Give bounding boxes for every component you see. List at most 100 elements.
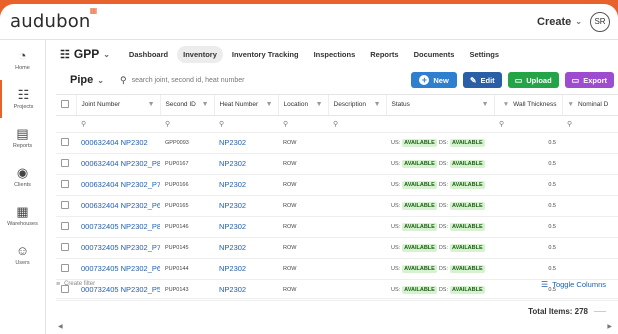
second-id-cell: PUP0146 <box>165 224 189 230</box>
heat-number-link[interactable]: NP2302 <box>219 180 246 189</box>
asset-type-selector[interactable]: Pipe ⌄ <box>70 74 114 86</box>
joint-number-link[interactable]: 000732405 NP2302_P7 <box>81 243 160 252</box>
status-us-label: US: <box>391 223 401 230</box>
sidebar-item-clients[interactable]: ◉ Clients <box>0 158 45 196</box>
wall-thickness-cell: 0.5 <box>548 140 556 146</box>
filter-icon[interactable]: ▼ <box>374 101 381 108</box>
globe-icon: ◉ <box>16 165 29 180</box>
row-checkbox[interactable] <box>61 200 69 209</box>
heat-number-link[interactable]: NP2302 <box>219 222 246 231</box>
table-row[interactable]: 000732405 NP2302_P7 PUP0145 NP2302 ROW US: AV… <box>56 237 618 259</box>
description-cell <box>328 174 386 196</box>
column-label: Location <box>283 101 309 109</box>
column-header[interactable]: Heat Number ▼ <box>214 95 279 116</box>
column-search-icon[interactable]: ⚲ <box>328 115 386 133</box>
filter-icon[interactable]: ▼ <box>503 101 509 108</box>
status-badge: AVAILABLE <box>450 243 485 252</box>
status-ds-label: DS: <box>438 160 448 167</box>
project-selector[interactable]: ☷ GPP ⌄ <box>60 47 110 61</box>
column-header[interactable]: Location ▼ <box>278 95 329 116</box>
column-header[interactable]: Description ▼ <box>328 95 387 116</box>
new-button[interactable]: + New <box>411 72 457 88</box>
sidebar-item-warehouses[interactable]: ▦ Warehouses <box>0 197 45 235</box>
column-search-icon[interactable]: ⚲ <box>562 115 618 133</box>
sidebar-item-reports[interactable]: ▤ Reports <box>0 119 45 157</box>
tab-reports[interactable]: Reports <box>364 46 404 63</box>
filter-icon[interactable]: ▼ <box>266 101 273 108</box>
nominal-diameter-cell <box>562 132 618 154</box>
row-checkbox[interactable] <box>61 221 69 230</box>
column-header[interactable]: ▼ Wall Thickness <box>494 95 563 116</box>
tab-inventory[interactable]: Inventory <box>177 45 223 63</box>
column-search-icon[interactable]: ⚲ <box>76 115 160 133</box>
tab-inventory-tracking[interactable]: Inventory Tracking <box>226 46 305 63</box>
column-header[interactable]: Second ID ▼ <box>160 95 215 116</box>
avatar[interactable]: SR <box>590 11 610 32</box>
heat-number-link[interactable]: NP2302 <box>219 138 246 147</box>
select-all-checkbox[interactable] <box>61 99 69 108</box>
heat-number-link[interactable]: NP2302 <box>219 264 246 273</box>
heat-number-link[interactable]: NP2302 <box>219 243 246 252</box>
table-row[interactable]: 000732405 NP2302_P8 PUP0146 NP2302 ROW US: AV… <box>56 216 618 238</box>
create-filter-link[interactable]: Create filter <box>64 281 95 287</box>
tab-inspections[interactable]: Inspections <box>308 46 362 63</box>
column-search-icon[interactable]: ⚲ <box>494 115 562 133</box>
joint-number-link[interactable]: 000632404 NP2302 <box>81 138 148 147</box>
create-menu-button[interactable]: Create ⌄ <box>537 16 582 28</box>
table-row[interactable]: 000632404 NP2302 GPP0093 NP2302 ROW US: AVAIL… <box>56 132 618 154</box>
description-cell <box>328 216 386 238</box>
status-badge: AVAILABLE <box>402 180 437 189</box>
toggle-columns-button[interactable]: ☰ Toggle Columns <box>541 280 606 289</box>
sidebar-item-label: Projects <box>13 104 34 110</box>
column-header[interactable]: Status ▼ <box>386 95 495 116</box>
filter-icon[interactable]: ▼ <box>568 101 574 108</box>
status-badge: AVAILABLE <box>402 222 437 231</box>
table-row[interactable]: 000632404 NP2302_P7 PUP0166 NP2302 ROW US: AV… <box>56 174 618 196</box>
edit-button[interactable]: ✎ Edit <box>462 72 502 88</box>
tab-settings[interactable]: Settings <box>463 46 505 63</box>
row-checkbox[interactable] <box>61 263 69 272</box>
column-search-icon[interactable]: ⚲ <box>278 115 328 133</box>
sliders-icon: ☰ <box>541 279 549 289</box>
status-badge: AVAILABLE <box>450 159 485 168</box>
joint-number-link[interactable]: 000632404 NP2302_P7 <box>81 180 160 189</box>
column-header[interactable]: ▼ Nominal D <box>562 95 618 116</box>
filter-icon[interactable]: ▼ <box>482 101 489 108</box>
filter-icon[interactable]: ▼ <box>202 101 209 108</box>
filter-icon[interactable]: ▼ <box>316 101 323 108</box>
row-checkbox[interactable] <box>61 242 69 251</box>
joint-number-link[interactable]: 000732405 NP2302_P6 <box>81 264 160 273</box>
app-logo[interactable]: audubon ▦ <box>10 6 97 32</box>
pagination-ellipsis[interactable] <box>594 311 606 312</box>
joint-number-link[interactable]: 000732405 NP2302_P8 <box>81 222 160 231</box>
sidebar-item-home[interactable]: ◔ Home <box>0 41 45 79</box>
heat-number-link[interactable]: NP2302 <box>219 159 246 168</box>
heat-number-link[interactable]: NP2302 <box>219 201 246 210</box>
status-cell: US: AVAILABLE DS: AVAILABLE <box>386 195 494 217</box>
sidebar-item-projects[interactable]: ☷ Projects <box>0 80 45 118</box>
tab-documents[interactable]: Documents <box>408 46 461 63</box>
horizontal-scrollbar[interactable]: ◀ ▶ <box>58 322 612 330</box>
sidebar: ◔ Home ☷ Projects ▤ Reports ◉ Clients ▦ … <box>0 40 46 334</box>
tab-dashboard[interactable]: Dashboard <box>123 46 174 63</box>
row-checkbox[interactable] <box>61 137 69 146</box>
joint-number-link[interactable]: 000632404 NP2302_P6 <box>81 201 160 210</box>
scroll-right-icon[interactable]: ▶ <box>607 323 612 330</box>
row-checkbox[interactable] <box>61 158 69 167</box>
filter-icon[interactable]: ▼ <box>148 101 155 108</box>
table-row[interactable]: 000632404 NP2302_P8 PUP0167 NP2302 ROW US: AV… <box>56 153 618 175</box>
search-input[interactable]: ⚲ search joint, second id, heat number <box>120 71 405 89</box>
sidebar-item-users[interactable]: ☺ Users <box>0 236 45 274</box>
scroll-left-icon[interactable]: ◀ <box>58 323 63 330</box>
status-badge: AVAILABLE <box>402 138 437 147</box>
nominal-diameter-cell <box>562 174 618 196</box>
plus-icon: + <box>419 75 430 85</box>
column-header[interactable]: Joint Number ▼ <box>76 95 161 116</box>
column-search-icon[interactable]: ⚲ <box>160 115 214 133</box>
row-checkbox[interactable] <box>61 179 69 188</box>
joint-number-link[interactable]: 000632404 NP2302_P8 <box>81 159 160 168</box>
upload-button[interactable]: ▭ Upload <box>507 72 559 88</box>
column-search-icon[interactable]: ⚲ <box>214 115 278 133</box>
table-row[interactable]: 000632404 NP2302_P6 PUP0165 NP2302 ROW US: AV… <box>56 195 618 217</box>
export-button[interactable]: ▭ Export <box>564 72 614 88</box>
